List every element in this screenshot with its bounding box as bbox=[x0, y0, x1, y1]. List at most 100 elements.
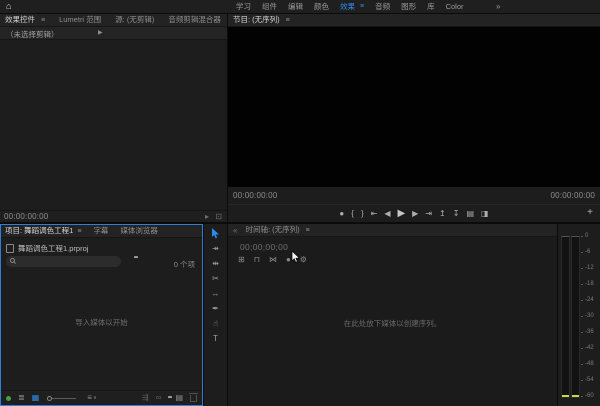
mark-in-icon[interactable]: { bbox=[351, 209, 354, 219]
db-label: -12 bbox=[585, 265, 594, 271]
home-icon[interactable]: ⌂ bbox=[6, 0, 11, 13]
program-video-display[interactable] bbox=[228, 27, 600, 187]
project-tab-2[interactable]: 字幕 bbox=[93, 225, 108, 237]
timeline-tabbar: « 时间轴: (无序列) ≡ bbox=[228, 224, 557, 237]
db-label: -42 bbox=[585, 345, 594, 351]
workspace-overflow-icon[interactable]: » bbox=[496, 0, 500, 13]
no-clip-selected-row: （未选择剪辑） ▶ bbox=[0, 27, 227, 40]
project-file-name[interactable]: 舞蹈调色工程1.prproj bbox=[18, 243, 88, 254]
zoom-slider-handle[interactable] bbox=[47, 396, 52, 401]
razor-tool[interactable]: ✂ bbox=[209, 273, 222, 283]
db-label: -48 bbox=[585, 361, 594, 367]
linked-selection-icon[interactable]: ⋈ bbox=[269, 255, 277, 265]
effect-controls-tabbar: 效果控件 ≡ Lumetri 范围 源: (无剪辑) 音频剪辑混合器 bbox=[0, 14, 227, 27]
effect-controls-tab-3[interactable]: 源: (无剪辑) bbox=[115, 14, 154, 26]
play-only-icon[interactable]: ▸ bbox=[205, 212, 209, 221]
workspace-tab-4[interactable]: 颜色 bbox=[314, 1, 329, 12]
extract-icon[interactable]: ↧ bbox=[453, 209, 460, 219]
icon-view-icon[interactable]: ▦ bbox=[32, 393, 40, 403]
effect-controls-tab-1[interactable]: 效果控件 bbox=[5, 14, 35, 27]
top-application-bar: ⌂ 学习组件编辑颜色效果 ≡ 音频图形库 Color » bbox=[0, 0, 600, 13]
play-icon[interactable]: ▶ bbox=[397, 209, 405, 219]
workspace-tab-9[interactable]: Color bbox=[446, 2, 464, 11]
project-empty-hint: 导入媒体以开始 bbox=[1, 317, 202, 328]
project-file-icon bbox=[6, 244, 14, 253]
meter-tick-marks bbox=[581, 236, 583, 397]
effect-controls-bottom-bar: 00:00:00:00 ▸ ⊡ bbox=[0, 210, 227, 222]
db-label: -18 bbox=[585, 281, 594, 287]
list-view-icon[interactable]: ≣ bbox=[18, 393, 25, 403]
slip-tool[interactable]: ↔ bbox=[209, 288, 222, 298]
track-select-forward-tool[interactable]: ↠ bbox=[209, 243, 222, 253]
program-monitor-panel: 节目: (无序列) ≡ 00:00:00:00 00:00:00:00 ● {} ⇤… bbox=[228, 14, 600, 222]
effect-controls-timecode[interactable]: 00:00:00:00 bbox=[4, 212, 48, 221]
panel-menu-icon[interactable]: ≡ bbox=[306, 227, 310, 234]
panel-menu-icon[interactable]: ≡ bbox=[286, 17, 290, 24]
project-panel-tabbar: 项目: 舞蹈调色工程1 ≡ 字幕媒体浏览器 bbox=[1, 225, 202, 238]
workspace-menu-icon[interactable]: ≡ bbox=[360, 3, 364, 10]
expand-arrow-icon[interactable]: ▶ bbox=[98, 29, 103, 36]
automate-to-sequence-icon[interactable]: ⇶ bbox=[142, 393, 149, 403]
ripple-edit-tool[interactable]: ⇹ bbox=[209, 258, 222, 268]
effect-controls-panel: 效果控件 ≡ Lumetri 范围 源: (无剪辑) 音频剪辑混合器 （未选择剪辑） ▶… bbox=[0, 14, 227, 222]
export-frame-icon[interactable]: ▤ bbox=[466, 209, 474, 219]
insert-nest-sequence-icon[interactable]: ⊞ bbox=[238, 255, 245, 265]
view-toggle-icon[interactable]: ⊡ bbox=[215, 212, 222, 221]
project-panel: 项目: 舞蹈调色工程1≡字幕媒体浏览器 舞蹈调色工程1.prproj 0 个项 … bbox=[0, 224, 203, 406]
workspace-tab-2[interactable]: 组件 bbox=[262, 1, 277, 12]
workspace-tab-6[interactable]: 音频 bbox=[375, 1, 390, 12]
timeline-empty-hint[interactable]: 在此处放下媒体以创建序列。 bbox=[228, 318, 557, 329]
workspace-tab-5[interactable]: 效果 bbox=[340, 1, 355, 12]
zoom-slider[interactable] bbox=[50, 398, 76, 399]
step-forward-icon[interactable]: ▶ bbox=[412, 209, 418, 219]
project-tab-1[interactable]: 项目: 舞蹈调色工程1 bbox=[5, 225, 73, 238]
selection-tool[interactable] bbox=[209, 228, 222, 238]
trash-icon[interactable] bbox=[190, 395, 197, 402]
new-item-icon[interactable]: ▤ bbox=[175, 393, 183, 403]
timeline-timecode[interactable]: 00;00;00;00 bbox=[240, 242, 288, 252]
breadcrumb[interactable]: 舞蹈调色工程1.prproj bbox=[6, 242, 88, 254]
button-editor-plus-icon[interactable]: + bbox=[587, 207, 593, 219]
project-tab-3[interactable]: 媒体浏览器 bbox=[120, 225, 158, 237]
snap-icon[interactable]: ⊓ bbox=[254, 255, 260, 265]
workspace-tab-1[interactable]: 学习 bbox=[236, 1, 251, 12]
sort-icons-button[interactable]: ≡ ∨ bbox=[87, 393, 96, 403]
pen-tool[interactable]: ✒ bbox=[209, 303, 222, 313]
duration-timecode: 00:00:00:00 bbox=[551, 191, 595, 200]
add-marker-icon[interactable]: ● bbox=[339, 209, 344, 219]
hand-tool[interactable]: ☝ bbox=[209, 318, 222, 328]
current-timecode[interactable]: 00:00:00:00 bbox=[233, 191, 277, 200]
go-to-in-icon[interactable]: ⇤ bbox=[371, 209, 378, 219]
audio-meter-left-channel bbox=[561, 236, 570, 398]
type-tool[interactable]: T bbox=[209, 333, 222, 343]
tab-timeline[interactable]: 时间轴: (无序列) bbox=[245, 224, 299, 236]
db-label: -36 bbox=[585, 329, 594, 335]
panel-menu-icon[interactable]: ≡ bbox=[77, 228, 81, 235]
lift-icon[interactable]: ↥ bbox=[439, 209, 446, 219]
effect-controls-tab-2[interactable]: Lumetri 范围 bbox=[59, 14, 101, 26]
workspace-tabs: 学习组件编辑颜色效果 ≡ 音频图形库 Color bbox=[236, 0, 464, 13]
workspace-tab-7[interactable]: 图形 bbox=[401, 1, 416, 12]
item-count: 0 个项 bbox=[174, 259, 195, 270]
project-writable-indicator[interactable] bbox=[6, 396, 11, 401]
sort-icon: ≡ bbox=[87, 393, 92, 403]
db-label: 0 bbox=[585, 233, 588, 239]
comparison-view-icon[interactable]: ◨ bbox=[481, 209, 489, 219]
tab-program[interactable]: 节目: (无序列) bbox=[233, 14, 280, 26]
db-label: -6 bbox=[585, 249, 590, 255]
go-to-out-icon[interactable]: ⇥ bbox=[425, 209, 432, 219]
db-label: -60 bbox=[585, 393, 594, 399]
workspace-tab-3[interactable]: 编辑 bbox=[288, 1, 303, 12]
search-input[interactable] bbox=[6, 256, 121, 267]
find-icon[interactable]: ∞ bbox=[156, 393, 162, 403]
audio-meters-panel: 0-6-12-18-24-30-36-42-48-54-60 bbox=[558, 224, 600, 406]
workspace-tab-8[interactable]: 库 bbox=[427, 1, 435, 12]
panel-menu-icon[interactable]: ≡ bbox=[41, 17, 45, 24]
effect-controls-tab-4[interactable]: 音频剪辑混合器 bbox=[168, 14, 221, 26]
step-back-icon[interactable]: ◀ bbox=[384, 209, 390, 219]
program-timecode-row: 00:00:00:00 00:00:00:00 bbox=[228, 189, 600, 203]
chevron-left-icon[interactable]: « bbox=[233, 226, 237, 235]
mark-out-icon[interactable]: } bbox=[361, 209, 364, 219]
db-label: -24 bbox=[585, 297, 594, 303]
timeline-settings-icon[interactable]: ⚙ bbox=[300, 255, 307, 265]
